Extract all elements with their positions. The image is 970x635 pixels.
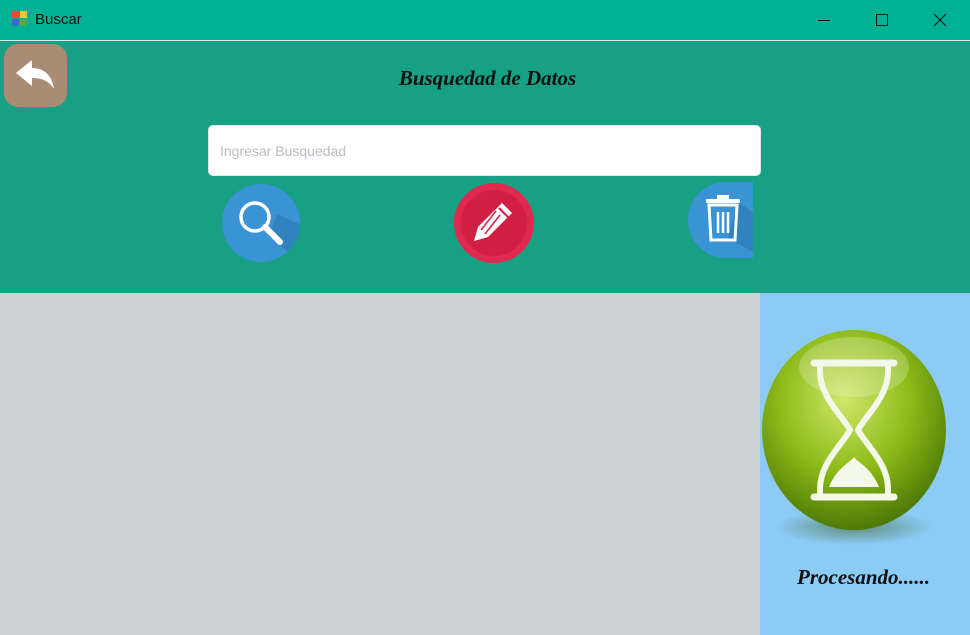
search-input[interactable]: [208, 125, 761, 176]
pencil-icon: [461, 190, 527, 256]
search-header-panel: Busquedad de Datos: [0, 41, 970, 293]
edit-button[interactable]: [454, 183, 534, 263]
delete-button[interactable]: [688, 182, 753, 258]
close-icon: [933, 13, 947, 27]
window-title: Buscar: [35, 11, 82, 28]
close-button[interactable]: [911, 0, 969, 40]
windows-forms-app-icon: [12, 11, 29, 28]
magnifier-icon: [239, 201, 300, 262]
processing-panel: Procesando......: [760, 293, 970, 635]
title-bar: Buscar: [0, 0, 970, 41]
maximize-icon: [876, 14, 888, 26]
processing-label: Procesando......: [797, 565, 930, 589]
hourglass-icon: [762, 327, 947, 556]
results-area: [0, 293, 760, 635]
maximize-button[interactable]: [853, 0, 911, 40]
minimize-button[interactable]: [795, 0, 853, 40]
minimize-icon: [818, 20, 830, 21]
page-title: Busquedad de Datos: [398, 66, 577, 90]
trash-icon: [706, 195, 753, 252]
search-button[interactable]: [222, 184, 300, 262]
